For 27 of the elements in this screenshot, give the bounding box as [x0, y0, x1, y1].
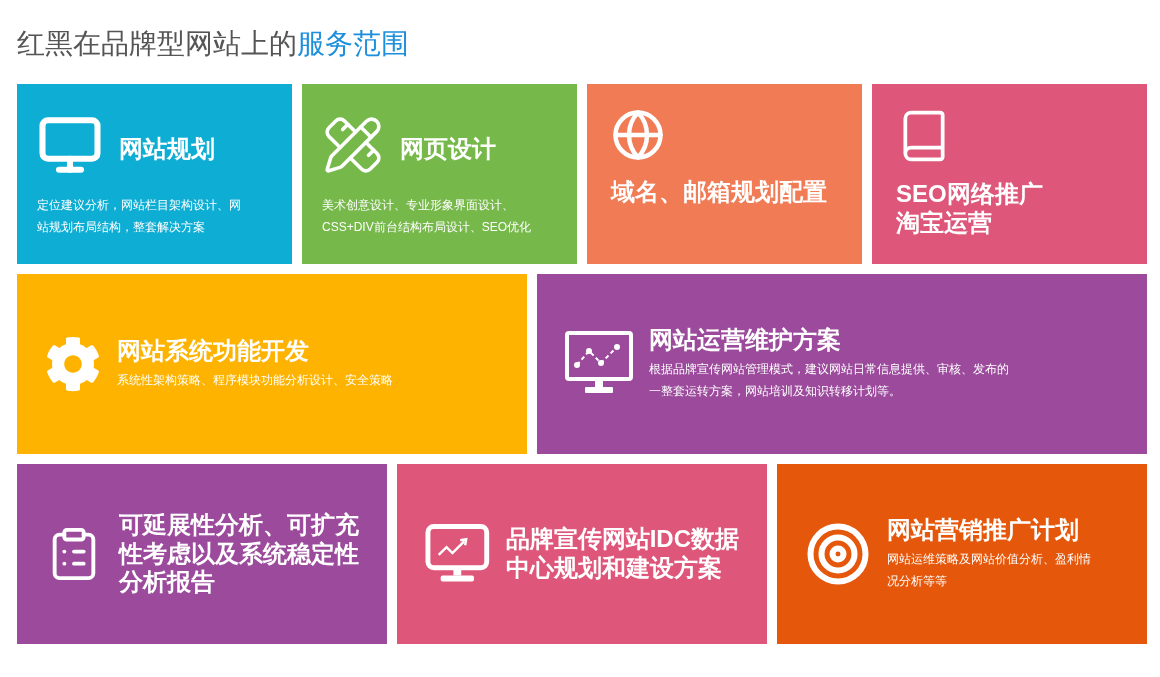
tile-title: SEO网络推广 淘宝运营 [896, 180, 1044, 238]
gear-icon [45, 336, 101, 392]
service-tile[interactable]: 网页设计 美术创意设计、专业形象界面设计、 CSS+DIV前台结构布局设计、SEO优化 [302, 84, 577, 264]
tile-description: 系统性架构策略、程序模块功能分析设计、安全策略 [117, 372, 393, 390]
service-tile[interactable]: 域名、邮箱规划配置 [587, 84, 862, 264]
tile-title: 品牌宣传网站IDC数据 中心规划和建设方案 [505, 525, 739, 583]
service-tile[interactable]: 网站规划 定位建议分析，网站栏目架构设计、网 站规划布局结构，整套解决方案 [17, 84, 292, 264]
tile-title: 可延展性分析、可扩充 性考虑以及系统稳定性 分析报告 [119, 510, 359, 598]
globe-icon [611, 108, 665, 162]
service-tile[interactable]: SEO网络推广 淘宝运营 [872, 84, 1147, 264]
tile-title: 网页设计 [400, 134, 496, 164]
pencil-ruler-icon [322, 114, 384, 176]
tile-title: 网站规划 [119, 134, 215, 164]
service-tile[interactable]: 可延展性分析、可扩充 性考虑以及系统稳定性 分析报告 [17, 464, 387, 644]
tile-title: 网站运营维护方案 [649, 325, 842, 355]
service-tile[interactable]: 品牌宣传网站IDC数据 中心规划和建设方案 [397, 464, 767, 644]
tile-title: 网站营销推广计划 [887, 515, 1080, 545]
tile-title: 域名、邮箱规划配置 [611, 178, 828, 207]
tile-description: 网站运维策略及网站价值分析、盈利情 况分析等等 [887, 551, 1091, 591]
service-tile[interactable]: 网站运营维护方案 根据品牌宣传网站管理模式，建议网站日常信息提供、审核、发布的 一整套运转方案，网站培训及知识转移计划等。 [537, 274, 1147, 454]
tile-description: 美术创意设计、专业形象界面设计、 CSS+DIV前台结构布局设计、SEO优化 [322, 197, 533, 236]
tile-description: 根据品牌宣传网站管理模式，建议网站日常信息提供、审核、发布的 一整套运转方案，网站培训及知识转移计划等。 [649, 361, 1009, 401]
target-icon [805, 521, 871, 587]
tile-title: 网站系统功能开发 [117, 336, 310, 366]
page-heading: 红黑在品牌型网站上的服务范围 [17, 27, 410, 61]
tile-description: 定位建议分析，网站栏目架构设计、网 站规划布局结构，整套解决方案 [37, 197, 242, 236]
service-tile[interactable]: 网站营销推广计划 网站运维策略及网站价值分析、盈利情 况分析等等 [777, 464, 1147, 644]
